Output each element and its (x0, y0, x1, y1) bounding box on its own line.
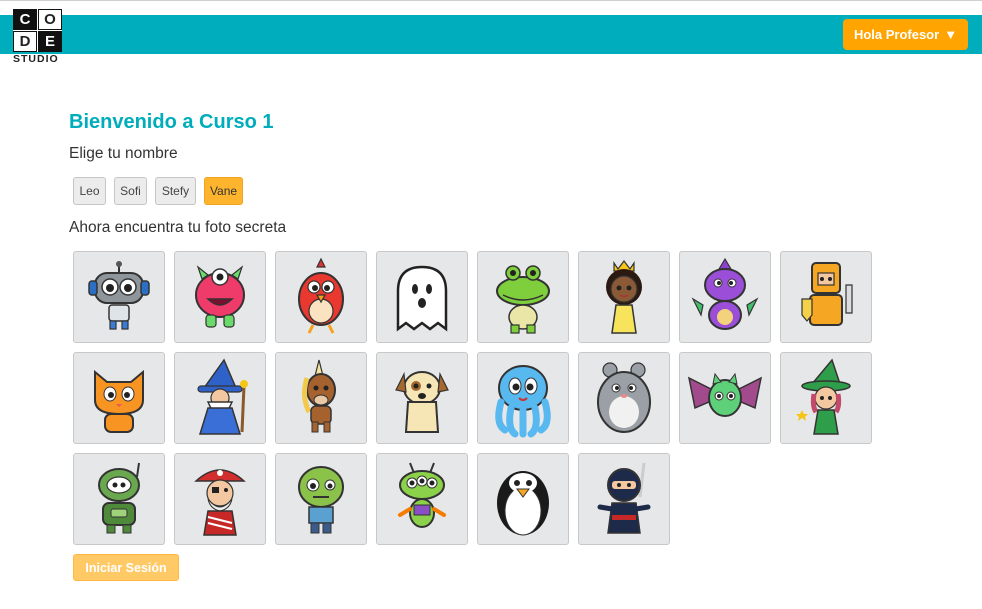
name-list: Leo Sofi Stefy Vane (73, 177, 243, 205)
logo-studio-text: STUDIO (13, 53, 59, 65)
name-button-stefy[interactable]: Stefy (155, 177, 196, 205)
picture-tile-bat[interactable] (679, 352, 771, 444)
name-button-sofi[interactable]: Sofi (114, 177, 147, 205)
witch-icon (796, 358, 851, 435)
picture-tile-dog[interactable] (376, 352, 468, 444)
orange-cat-icon (94, 369, 144, 433)
picture-tile-unicorn[interactable] (275, 352, 367, 444)
picture-tile-orange-cat[interactable] (73, 352, 165, 444)
picture-tile-alien[interactable] (376, 453, 468, 545)
pink-monster-icon (195, 265, 245, 328)
picture-tile-green-robot[interactable] (73, 453, 165, 545)
picture-tile-green-crocodile[interactable] (477, 251, 569, 343)
logo-letter-d: D (13, 31, 37, 52)
user-menu-button[interactable]: Hola Profesor ▼ (843, 19, 968, 50)
logo-grid: C O D E (13, 9, 62, 52)
pirate-icon (194, 469, 246, 536)
logo-letter-c: C (13, 9, 37, 30)
picture-tile-robot[interactable] (73, 251, 165, 343)
princess-icon (606, 260, 642, 334)
dog-icon (395, 371, 449, 433)
code-studio-logo[interactable]: C O D E STUDIO (13, 9, 65, 65)
red-bird-icon (298, 257, 344, 334)
name-button-leo[interactable]: Leo (73, 177, 106, 205)
user-menu-label: Hola Profesor (853, 27, 940, 42)
picture-tile-pink-monster[interactable] (174, 251, 266, 343)
find-photo-label: Ahora encuentra tu foto secreta (69, 219, 287, 236)
logo-letter-e: E (38, 31, 62, 52)
robot-icon (88, 261, 150, 330)
picture-tile-hamster[interactable] (578, 352, 670, 444)
hamster-icon (597, 362, 651, 433)
purple-dragon-icon (691, 257, 759, 330)
picture-tile-ghost[interactable] (376, 251, 468, 343)
knight-icon (801, 262, 853, 326)
secret-picture-grid (73, 251, 873, 545)
picture-tile-witch[interactable] (780, 352, 872, 444)
name-button-vane[interactable]: Vane (204, 177, 243, 205)
choose-name-label: Elige tu nombre (69, 145, 178, 162)
chevron-down-icon: ▼ (944, 27, 958, 42)
picture-tile-purple-dragon[interactable] (679, 251, 771, 343)
picture-tile-ninja[interactable] (578, 453, 670, 545)
picture-tile-zombie[interactable] (275, 453, 367, 545)
penguin-icon (497, 471, 549, 536)
picture-tile-red-bird[interactable] (275, 251, 367, 343)
octopus-icon (495, 365, 551, 438)
alien-icon (398, 462, 446, 528)
picture-tile-pirate[interactable] (174, 453, 266, 545)
ninja-icon (597, 462, 651, 534)
zombie-icon (298, 466, 344, 534)
wizard-icon (197, 358, 248, 435)
picture-tile-octopus[interactable] (477, 352, 569, 444)
ghost-icon (396, 265, 448, 332)
header-bar (0, 15, 982, 54)
login-button[interactable]: Iniciar Sesión (73, 554, 179, 581)
page-title: Bienvenido a Curso 1 (69, 111, 274, 133)
picture-tile-penguin[interactable] (477, 453, 569, 545)
logo-letter-o: O (38, 9, 62, 30)
green-crocodile-icon (496, 265, 550, 334)
picture-tile-knight[interactable] (780, 251, 872, 343)
top-border (0, 0, 982, 1)
bat-icon (687, 372, 763, 417)
green-robot-icon (98, 462, 140, 534)
picture-tile-wizard[interactable] (174, 352, 266, 444)
picture-tile-princess[interactable] (578, 251, 670, 343)
unicorn-icon (301, 359, 336, 433)
